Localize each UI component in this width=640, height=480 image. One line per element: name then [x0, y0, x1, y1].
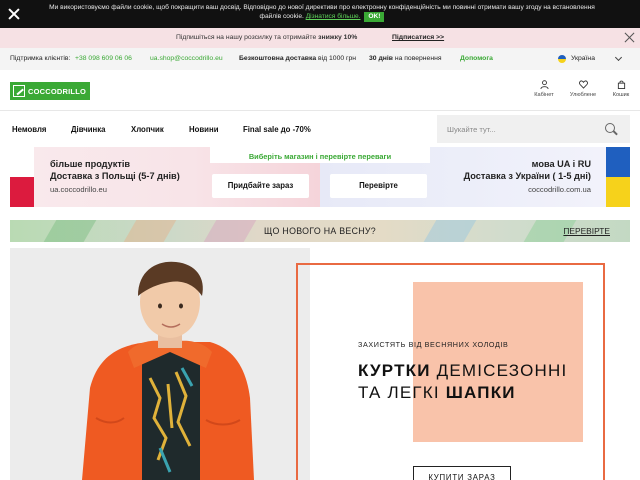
hero-subtitle: ЗАХИСТЯТЬ ВІД ВЕСНЯНИХ ХОЛОДІВ: [358, 340, 509, 349]
close-icon[interactable]: [8, 8, 20, 20]
store-eu-url: ua.coccodrillo.eu: [50, 185, 107, 194]
cookie-ok-button[interactable]: OK!: [364, 12, 385, 22]
boy-in-orange-jacket-image: [10, 248, 310, 480]
hero-headline-1-rest: ДЕМІСЕЗОННІ: [436, 361, 568, 380]
user-icon: [539, 80, 549, 89]
bag-icon: [617, 80, 625, 89]
cookie-text-line2: файлів cookie.: [259, 13, 304, 20]
cookie-learn-more-link[interactable]: Дізнатися більше.: [306, 13, 361, 20]
cookie-text-line1: Ми використовуємо файли cookie, щоб покр…: [49, 4, 595, 11]
hero-headline-1-bold: КУРТКИ: [358, 361, 431, 380]
poland-flag-white: [10, 147, 34, 177]
return-rest: на повернення: [394, 55, 442, 62]
search-input[interactable]: [447, 123, 597, 135]
return-bold: 30 днів: [369, 55, 393, 62]
store-eu-line2: Доставка з Польщі (5-7 днів): [50, 171, 180, 181]
promo-discount: знижку 10%: [318, 34, 358, 41]
ukraine-flag-blue: [606, 147, 630, 177]
cabinet-label: Кабінет: [534, 92, 554, 98]
ukraine-flag-yellow: [606, 177, 630, 207]
cookie-bar: Ми використовуємо файли cookie, щоб покр…: [0, 0, 640, 28]
spring-title: ЩО НОВОГО НА ВЕСНУ?: [264, 226, 376, 236]
hero-headline-2-rest: ТА ЛЕГКІ: [358, 383, 440, 402]
store-ua-line2: Доставка з України ( 1-5 дні): [463, 171, 591, 181]
chevron-down-icon[interactable]: [614, 53, 623, 62]
help-link[interactable]: Допомога: [460, 55, 493, 62]
free-delivery-rest: від 1000 грн: [318, 55, 357, 62]
return-policy: 30 днів на повернення: [369, 55, 442, 62]
check-button[interactable]: Перевірте: [330, 174, 427, 198]
favorites-label: Улюблене: [569, 92, 597, 98]
search-icon[interactable]: [605, 123, 615, 133]
promo-text: Підпишіться на нашу розсилку та отримайт…: [176, 34, 357, 41]
logo-mark-icon: [13, 85, 25, 97]
support-label: Підтримка клієнтів:: [10, 55, 71, 62]
cabinet-button[interactable]: Кабінет: [526, 80, 562, 102]
nav-item-news[interactable]: Новини: [189, 125, 218, 134]
free-delivery-bold: Безкоштовна доставка: [239, 55, 317, 62]
hero-headline-1: КУРТКИ ДЕМІСЕЗОННІ: [358, 361, 567, 381]
buy-now-hero-button[interactable]: КУПИТИ ЗАРАЗ: [413, 466, 511, 480]
buy-now-button[interactable]: Придбайте зараз: [212, 174, 309, 198]
support-email[interactable]: ua.shop@coccodrillo.eu: [150, 55, 223, 62]
store-ua-line1: мова UA і RU: [531, 159, 591, 169]
cart-label: Кошик: [612, 92, 630, 98]
spring-check-link[interactable]: ПЕРЕВІРТЕ: [563, 226, 610, 236]
poland-flag-red: [10, 177, 34, 207]
nav-item-girl[interactable]: Дівчинка: [71, 125, 105, 134]
nav-item-boy[interactable]: Хлопчик: [131, 125, 164, 134]
store-eu-line1: більше продуктів: [50, 159, 131, 169]
info-bar: Підтримка клієнтів: +38 098 609 06 06 ua…: [0, 48, 640, 70]
store-selector-banner: Виберіть магазин і перевірте переваги бі…: [10, 147, 630, 207]
hero-image[interactable]: [10, 248, 310, 480]
page: Ми використовуємо файли cookie, щоб покр…: [0, 0, 640, 480]
favorites-button[interactable]: Улюблене: [565, 80, 601, 102]
logo-text: COCCODRILLO: [28, 87, 87, 96]
logo[interactable]: COCCODRILLO: [10, 82, 90, 100]
close-icon[interactable]: [624, 32, 635, 43]
ukraine-flag-icon: [558, 55, 566, 63]
header-divider: [0, 110, 640, 111]
nav-item-final-sale[interactable]: Final sale до -70%: [243, 125, 311, 134]
heart-icon: [578, 80, 588, 89]
hero-headline-2-bold: ШАПКИ: [445, 383, 516, 402]
nav-item-baby[interactable]: Немовля: [12, 125, 46, 134]
cart-button[interactable]: Кошик: [603, 80, 639, 102]
support-phone[interactable]: +38 098 609 06 06: [75, 55, 132, 62]
store-title: Виберіть магазин і перевірте переваги: [248, 152, 392, 161]
spring-banner[interactable]: ЩО НОВОГО НА ВЕСНУ? ПЕРЕВІРТЕ: [10, 220, 630, 242]
hero-headline-2: ТА ЛЕГКІ ШАПКИ: [358, 383, 516, 403]
free-delivery: Безкоштовна доставка від 1000 грн: [239, 55, 356, 62]
promo-strip: Підпишіться на нашу розсилку та отримайт…: [0, 28, 640, 48]
search-box: [437, 115, 630, 143]
language-selector[interactable]: Україна: [571, 55, 595, 62]
cookie-text: Ми використовуємо файли cookie, щоб покр…: [32, 4, 612, 22]
store-ua-url: coccodrillo.com.ua: [528, 185, 591, 194]
subscribe-link[interactable]: Підписатися >>: [392, 34, 444, 41]
promo-text-main: Підпишіться на нашу розсилку та отримайт…: [176, 34, 317, 41]
